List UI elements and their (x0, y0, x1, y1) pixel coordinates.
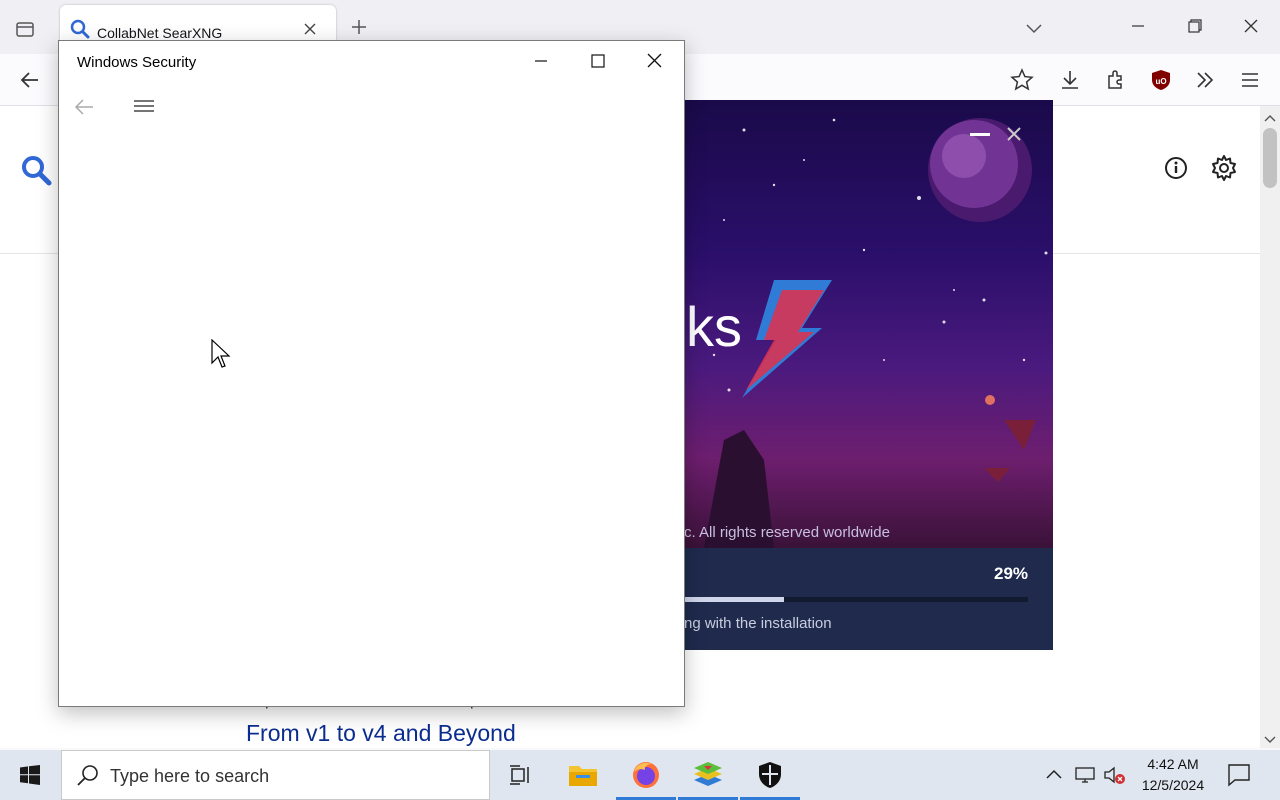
chevron-up-icon[interactable] (1044, 750, 1064, 800)
maximize-icon[interactable] (588, 53, 608, 78)
close-icon[interactable] (645, 53, 665, 78)
clock-date: 12/5/2024 (1141, 777, 1205, 793)
task-view-icon (510, 765, 529, 785)
installer-brand-text: ks (686, 295, 742, 358)
start-button[interactable] (0, 750, 60, 800)
downloads-icon[interactable] (1058, 68, 1082, 97)
windows-security-window: Windows Security (58, 40, 685, 707)
taskbar: Type here to search 4:42 AM 12/5/2024 (0, 750, 1280, 800)
progress-track (684, 597, 1028, 602)
overflow-chevrons-icon[interactable] (1193, 68, 1217, 97)
page-scrollbar[interactable] (1260, 106, 1280, 748)
shield-icon (759, 762, 781, 788)
scroll-up-icon[interactable] (1264, 110, 1276, 128)
firefox-icon (633, 762, 659, 788)
restore-icon[interactable] (1185, 16, 1205, 41)
installer-window: ks c. All rights reserved worldwide 29% … (684, 100, 1053, 650)
bluestacks-icon (694, 762, 722, 786)
installer-status: ng with the installation (684, 615, 832, 632)
firefox-taskbar-button[interactable] (616, 750, 676, 800)
minimize-icon[interactable] (531, 53, 551, 78)
installer-minimize-button[interactable] (970, 133, 990, 136)
folder-icon (569, 766, 597, 786)
file-explorer-button[interactable] (553, 750, 613, 800)
extensions-icon[interactable] (1104, 68, 1128, 97)
scrollbar-thumb[interactable] (1263, 128, 1277, 188)
gear-icon[interactable] (1210, 154, 1238, 187)
hamburger-menu-icon[interactable] (133, 99, 155, 120)
ublock-shield-icon[interactable]: uO (1149, 68, 1173, 97)
taskbar-search-box[interactable]: Type here to search (61, 750, 490, 800)
close-tab-icon[interactable] (304, 22, 316, 40)
info-icon[interactable] (1164, 156, 1188, 185)
svg-text:uO: uO (1155, 77, 1166, 86)
clock-time: 4:42 AM (1147, 756, 1199, 772)
network-icon[interactable] (1074, 750, 1096, 800)
bluestacks-taskbar-button[interactable] (678, 750, 738, 800)
volume-muted-icon[interactable] (1102, 750, 1126, 800)
chevron-down-icon[interactable] (1024, 18, 1044, 43)
tab-list-icon (16, 22, 34, 37)
installer-close-icon[interactable] (1006, 126, 1022, 147)
hamburger-menu-icon[interactable] (1238, 68, 1262, 97)
progress-percent: 29% (994, 564, 1029, 583)
task-view-button[interactable] (490, 750, 550, 800)
tab-title: CollabNet SearXNG (97, 25, 223, 41)
notification-center-icon[interactable] (1226, 762, 1252, 793)
search-icon (76, 764, 100, 793)
mouse-cursor-icon (211, 338, 231, 376)
result-title-link[interactable]: From v1 to v4 and Beyond (246, 720, 516, 747)
windows-logo-icon (20, 765, 40, 785)
search-placeholder: Type here to search (110, 766, 270, 786)
minimize-icon[interactable] (1128, 16, 1148, 41)
installer-copyright: c. All rights reserved worldwide (684, 524, 890, 541)
window-title: Windows Security (77, 54, 197, 71)
scroll-down-icon[interactable] (1264, 732, 1276, 750)
installer-artwork: ks c. All rights reserved worldwide (684, 100, 1053, 548)
firefox-view-button[interactable] (10, 14, 40, 44)
close-window-icon[interactable] (1241, 16, 1261, 41)
new-tab-icon[interactable] (350, 18, 368, 41)
system-clock[interactable]: 4:42 AM 12/5/2024 (1128, 754, 1218, 796)
back-arrow-icon[interactable] (18, 68, 42, 97)
bookmark-star-icon[interactable] (1010, 68, 1034, 97)
windows-security-taskbar-button[interactable] (740, 750, 800, 800)
progress-fill (684, 597, 784, 602)
installer-progress-panel: 29% ng with the installation (684, 548, 1053, 650)
searxng-logo-icon[interactable] (20, 154, 52, 191)
back-arrow-icon[interactable] (73, 97, 95, 122)
